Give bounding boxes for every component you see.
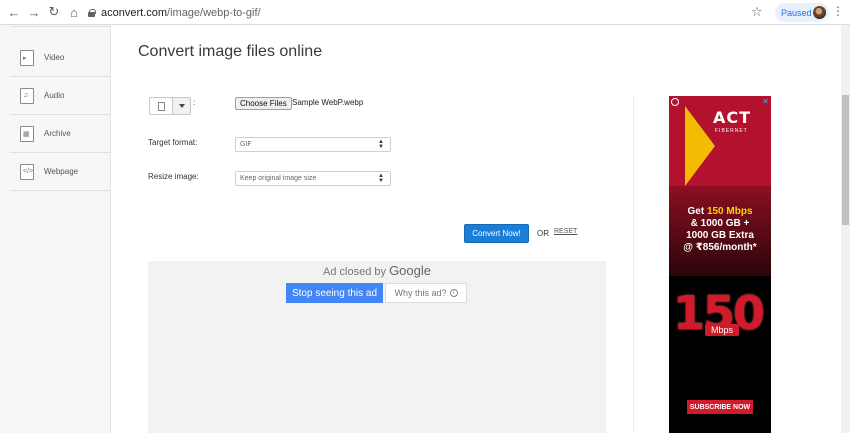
caret-down-icon (178, 104, 185, 108)
main-content: Convert image files online : Choose File… (111, 25, 841, 433)
profile-chip[interactable]: Paused (775, 3, 829, 22)
audio-file-icon: ♫ (20, 87, 34, 104)
ad-price: @ ₹856/month (683, 242, 753, 253)
resize-value: Keep original image size (240, 175, 317, 182)
subscribe-now-button[interactable]: SUBSCRIBE NOW (687, 400, 753, 414)
ad-offer-text: Get 150 Mbps & 1000 GB + 1000 GB Extra @… (669, 206, 771, 254)
resize-select[interactable]: Keep original image size ▲ ▼ (235, 171, 391, 186)
stop-seeing-ad-button[interactable]: Stop seeing this ad (286, 283, 383, 303)
sidebar-item-video[interactable]: ▸ Video (10, 39, 110, 77)
ad-header: ✕ ACT FIBERNET (669, 96, 771, 186)
browser-toolbar: ← → ↻ ⌂ aconvert.com/image/webp-to-gif/ … (0, 0, 850, 25)
ad-unit-badge: Mbps (705, 324, 740, 336)
act-logo-shape (685, 106, 715, 186)
choose-files-button[interactable]: Choose Files (235, 97, 292, 110)
resize-label: Resize image: (148, 172, 199, 181)
file-label-colon: : (193, 98, 196, 107)
act-logo: ACT (713, 108, 752, 127)
avatar (813, 6, 826, 19)
side-banner-ad[interactable]: ✕ ACT FIBERNET Get 150 Mbps & 1000 GB + … (669, 96, 771, 433)
closed-ad-panel: Ad closed by Google Stop seeing this ad … (148, 261, 606, 433)
sidebar-item-label: Video (44, 53, 65, 62)
target-format-label: Target format: (148, 138, 198, 147)
target-format-select[interactable]: GIF ▲ ▼ (235, 137, 391, 152)
source-dropdown-button[interactable] (173, 97, 191, 115)
ad-price-mark: * (752, 242, 757, 253)
sidebar-item-label: Archive (44, 129, 71, 138)
why-this-ad-button[interactable]: Why this ad? i (385, 283, 467, 303)
paused-label: Paused (781, 7, 812, 18)
url-host: aconvert.com (101, 6, 168, 19)
sidebar-item-label: Webpage (44, 167, 79, 176)
ad-line-4: @ ₹856/month* (669, 242, 771, 254)
ad-closed-text: Ad closed by (323, 266, 386, 278)
sidebar-item-audio[interactable]: ♫ Audio (10, 77, 110, 115)
ad-line-3: 1000 GB Extra (686, 230, 754, 241)
ad-closed-message: Ad closed by Google (148, 263, 606, 278)
archive-file-icon: ▦ (20, 125, 34, 142)
menu-icon[interactable]: ⋮ (832, 4, 844, 18)
scrollbar-thumb[interactable] (842, 95, 849, 225)
target-format-value: GIF (240, 141, 252, 148)
content-divider (633, 95, 634, 433)
file-icon (158, 102, 165, 111)
why-this-ad-label: Why this ad? (394, 288, 447, 298)
sidebar-item-archive[interactable]: ▦ Archive (10, 115, 110, 153)
or-text: OR (537, 229, 549, 238)
local-file-button[interactable] (149, 97, 173, 115)
sidebar-item-label: Audio (44, 91, 65, 100)
act-logo-sub: FIBERNET (715, 128, 748, 134)
select-arrows-icon: ▲ ▼ (378, 173, 384, 184)
webpage-file-icon: </> (20, 163, 34, 180)
reset-link[interactable]: RESET (554, 228, 577, 235)
selected-file-name: Sample WebP.webp (292, 98, 364, 107)
ad-line-1-pre: Get (687, 206, 707, 217)
close-ad-icon[interactable]: ✕ (762, 97, 769, 106)
info-icon: i (449, 289, 458, 297)
ad-line-1: Get 150 Mbps (669, 206, 771, 218)
sidebar: ▸ Video ♫ Audio ▦ Archive </> Webpage (0, 25, 111, 433)
url-path: /image/webp-to-gif/ (167, 6, 261, 19)
address-bar[interactable]: aconvert.com/image/webp-to-gif/ (88, 3, 778, 22)
star-icon[interactable]: ☆ (751, 4, 763, 20)
adchoices-icon[interactable] (671, 98, 679, 106)
page-scrollbar[interactable] (841, 25, 850, 433)
sidebar-item-webpage[interactable]: </> Webpage (10, 153, 110, 191)
video-file-icon: ▸ (20, 49, 34, 66)
select-arrows-icon: ▲ ▼ (378, 139, 384, 150)
convert-now-button[interactable]: Convert Now! (464, 224, 529, 243)
google-wordmark: Google (389, 263, 431, 278)
sidebar-item-partial[interactable] (10, 15, 110, 27)
source-button-group (149, 97, 191, 115)
ad-line-2: & 1000 GB + (690, 218, 750, 229)
page-title: Convert image files online (138, 43, 323, 60)
ad-line-1-highlight: 150 Mbps (706, 206, 753, 217)
